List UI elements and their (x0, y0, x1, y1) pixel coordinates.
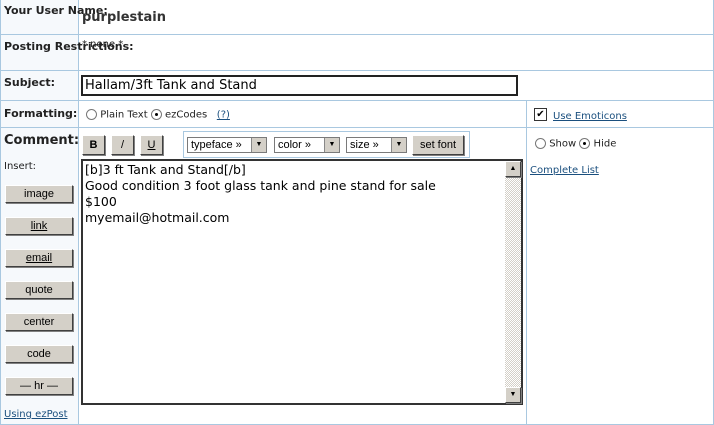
comment-label: Comment: (4, 133, 80, 148)
formatting-options: Plain Text ezCodes (?) (86, 109, 230, 121)
plain-text-radio[interactable] (86, 109, 97, 120)
chevron-down-icon: ▼ (324, 138, 339, 152)
chevron-down-icon: ▼ (251, 138, 266, 152)
typeface-value: typeface » (191, 139, 242, 151)
use-emoticons-link[interactable]: Use Emoticons (553, 111, 627, 122)
textarea-scrollbar[interactable]: ▲ ▼ (505, 161, 521, 403)
show-emoticons-radio[interactable] (535, 138, 546, 149)
size-select[interactable]: size » ▼ (346, 137, 407, 153)
scroll-up-icon[interactable]: ▲ (505, 161, 521, 177)
size-value: size » (350, 139, 379, 151)
insert-image-button[interactable]: image (5, 185, 73, 203)
emoticon-display-options: Show Hide (535, 138, 616, 150)
ezcodes-radio[interactable] (150, 109, 162, 120)
ezcodes-label: ezCodes (165, 109, 208, 121)
insert-label: Insert: (4, 161, 37, 172)
complete-list-link[interactable]: Complete List (530, 165, 599, 176)
hide-emoticons-radio[interactable] (579, 138, 591, 149)
chevron-down-icon: ▼ (391, 138, 406, 152)
typeface-select[interactable]: typeface » ▼ (187, 137, 267, 153)
color-value: color » (278, 139, 312, 151)
insert-center-button[interactable]: center (5, 313, 73, 331)
username-value: purplestain (82, 10, 166, 25)
insert-email-button[interactable]: email (5, 249, 73, 267)
insert-hr-button[interactable]: — hr — (5, 377, 73, 395)
hide-label: Hide (593, 138, 617, 150)
restrictions-value: * none * (82, 39, 124, 50)
using-ezpost-link[interactable]: Using ezPost (4, 409, 68, 420)
color-select[interactable]: color » ▼ (274, 137, 340, 153)
ezcodes-help-link[interactable]: (?) (217, 110, 230, 121)
use-emoticons-checkbox[interactable]: ✔ (534, 108, 547, 121)
formatting-label: Formatting: (4, 107, 78, 120)
scroll-down-icon[interactable]: ▼ (505, 387, 521, 403)
set-font-button[interactable]: set font (412, 135, 464, 155)
plain-text-label: Plain Text (100, 109, 148, 121)
bold-button[interactable]: B (82, 135, 105, 155)
italic-button[interactable]: / (111, 135, 134, 155)
subject-input[interactable] (81, 75, 518, 96)
comment-textarea[interactable]: [b]3 ft Tank and Stand[/b] Good conditio… (81, 159, 523, 405)
underline-button[interactable]: U (140, 135, 163, 155)
insert-quote-button[interactable]: quote (5, 281, 73, 299)
insert-code-button[interactable]: code (5, 345, 73, 363)
show-label: Show (549, 138, 577, 150)
subject-label: Subject: (4, 76, 56, 89)
insert-link-button[interactable]: link (5, 217, 73, 235)
